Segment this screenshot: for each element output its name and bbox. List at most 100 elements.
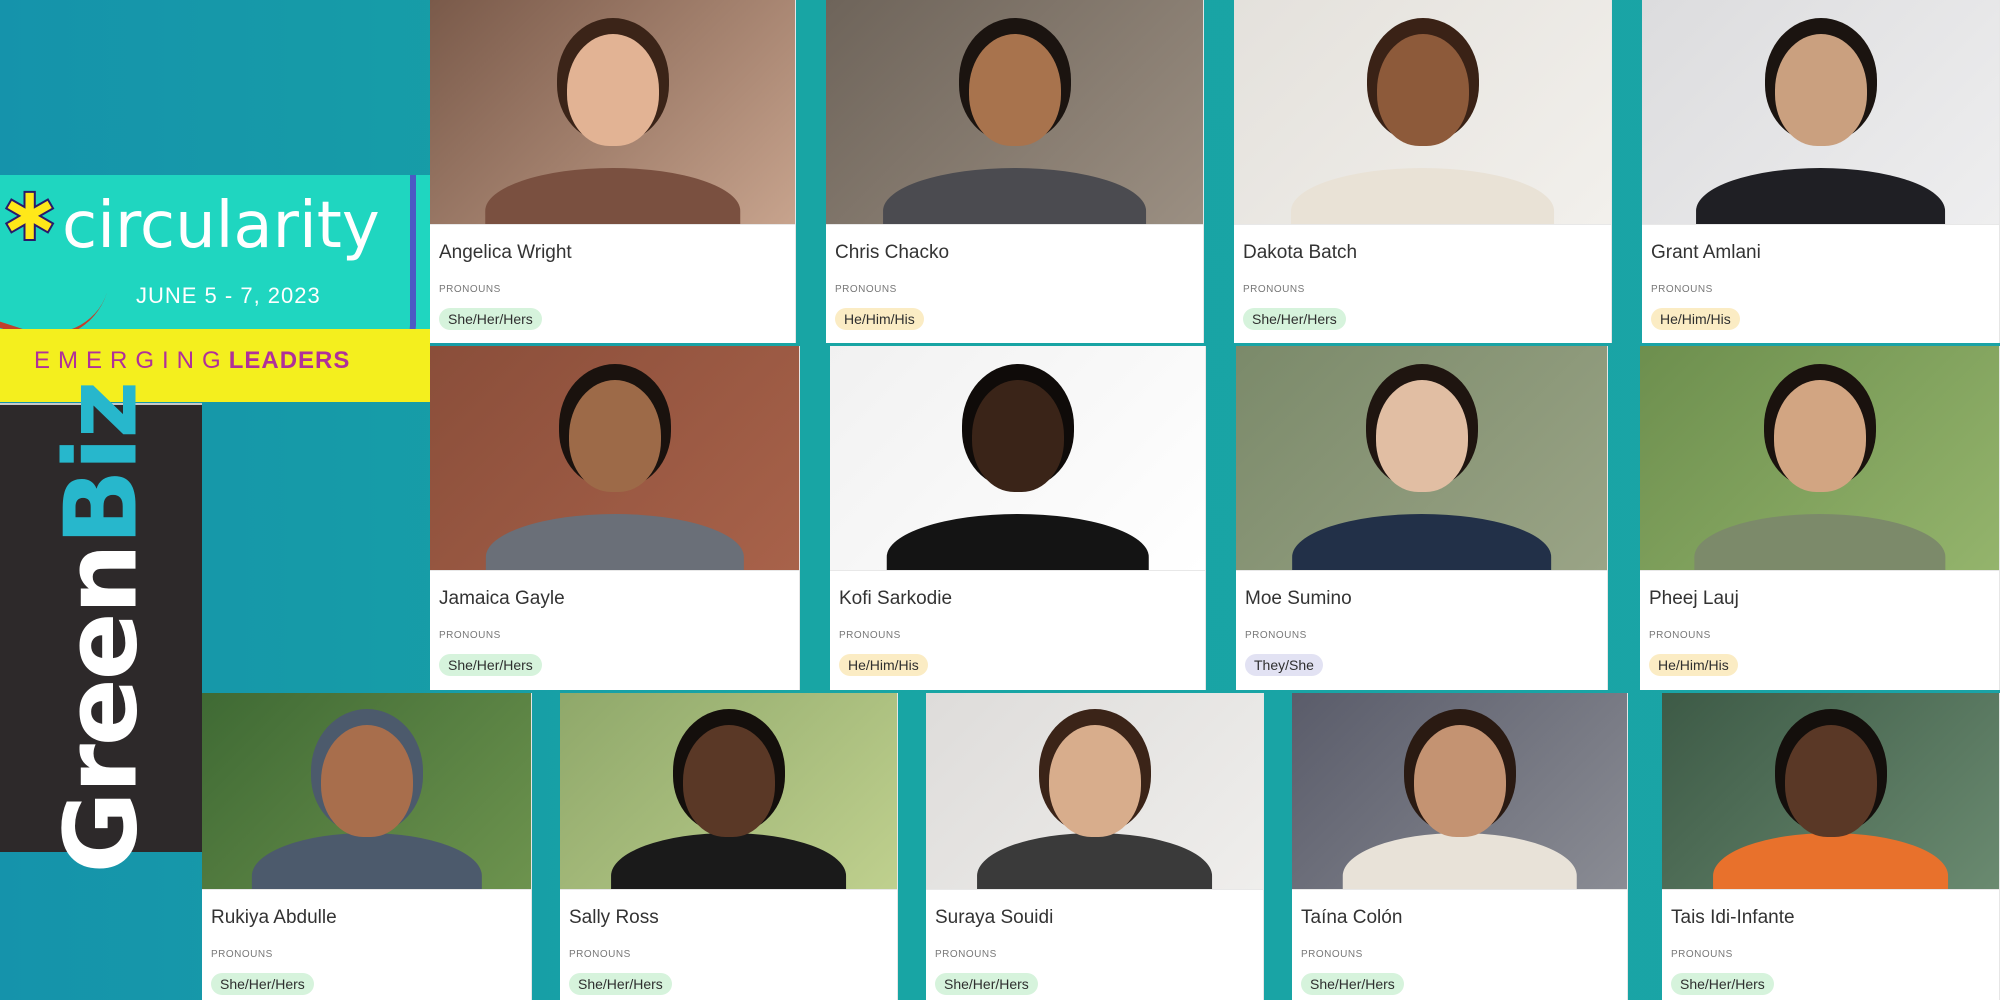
person-shoulders: [976, 833, 1213, 889]
person-shoulders: [1693, 514, 1946, 570]
pronoun-badge: He/Him/His: [839, 654, 928, 676]
pronoun-badge: She/Her/Hers: [211, 973, 314, 995]
profile-photo: [826, 0, 1203, 225]
program-name-left: EMERGING: [34, 347, 229, 374]
person-name: Angelica Wright: [439, 242, 572, 263]
person-face: [968, 33, 1061, 146]
profile-photo: [1292, 693, 1627, 890]
person-name: Tais Idi-Infante: [1671, 907, 1795, 928]
person-face: [1773, 379, 1866, 492]
profile-card-dakota-batch[interactable]: Dakota Batch PRONOUNS She/Her/Hers: [1234, 0, 1612, 343]
logo-part-biz: Biz: [42, 382, 160, 546]
profile-card-suraya-souidi[interactable]: Suraya Souidi PRONOUNS She/Her/Hers: [926, 693, 1264, 1000]
program-name: EMERGINGLEADERS: [34, 347, 350, 375]
person-name: Moe Sumino: [1245, 588, 1352, 609]
greenbiz-logo: GreenBiz: [43, 383, 160, 874]
profile-card-angelica-wright[interactable]: Angelica Wright PRONOUNS She/Her/Hers: [430, 0, 796, 343]
person-face: [1413, 724, 1506, 837]
profile-photo: [560, 693, 897, 890]
pronouns-label: PRONOUNS: [439, 284, 501, 295]
profile-card-kofi-sarkodie[interactable]: Kofi Sarkodie PRONOUNS He/Him/His: [830, 346, 1206, 690]
pronouns-label: PRONOUNS: [1671, 949, 1733, 960]
profile-photo: [830, 346, 1205, 571]
asterisk-icon: ✱: [1, 179, 58, 256]
person-face: [1048, 724, 1141, 837]
profile-photo: [202, 693, 531, 890]
person-name: Dakota Batch: [1243, 242, 1358, 263]
person-name: Taína Colón: [1301, 907, 1403, 928]
profile-photo: [1642, 0, 1999, 225]
person-name: Pheej Lauj: [1649, 588, 1739, 609]
person-face: [568, 379, 661, 492]
profile-card-pheej-lauj[interactable]: Pheej Lauj PRONOUNS He/Him/His: [1640, 346, 2000, 690]
person-name: Suraya Souidi: [935, 907, 1054, 928]
pronoun-badge: She/Her/Hers: [569, 973, 672, 995]
profile-photo: [1662, 693, 1999, 890]
pronoun-badge: She/Her/Hers: [1671, 973, 1774, 995]
profile-card-taina-colon[interactable]: Taína Colón PRONOUNS She/Her/Hers: [1292, 693, 1628, 1000]
pronouns-label: PRONOUNS: [1245, 630, 1307, 641]
pronouns-label: PRONOUNS: [439, 630, 501, 641]
pronoun-badge: She/Her/Hers: [439, 654, 542, 676]
logo-part-green: Green: [42, 545, 160, 874]
pronouns-label: PRONOUNS: [1243, 284, 1305, 295]
pronouns-label: PRONOUNS: [211, 949, 273, 960]
person-face: [1784, 724, 1877, 837]
pronoun-badge: She/Her/Hers: [439, 308, 542, 330]
pronoun-badge: They/She: [1245, 654, 1323, 676]
profile-photo: [1236, 346, 1607, 571]
pronoun-badge: She/Her/Hers: [1301, 973, 1404, 995]
pronouns-label: PRONOUNS: [1651, 284, 1713, 295]
pronoun-badge: He/Him/His: [1649, 654, 1738, 676]
person-name: Grant Amlani: [1651, 242, 1761, 263]
person-shoulders: [1695, 168, 1946, 224]
pronouns-label: PRONOUNS: [835, 284, 897, 295]
circularity-banner: ✱ circularity JUNE 5 - 7, 2023 EMERGINGL…: [0, 175, 430, 402]
person-face: [566, 33, 659, 146]
person-shoulders: [1712, 833, 1949, 889]
person-shoulders: [882, 168, 1147, 224]
pronouns-label: PRONOUNS: [1649, 630, 1711, 641]
greenbiz-logo-panel: GreenBiz: [0, 383, 202, 873]
profile-card-moe-sumino[interactable]: Moe Sumino PRONOUNS They/She: [1236, 346, 1608, 690]
person-shoulders: [1290, 168, 1555, 224]
person-name: Sally Ross: [569, 907, 659, 928]
cable-decoration-right: [396, 175, 416, 345]
profile-card-sally-ross[interactable]: Sally Ross PRONOUNS She/Her/Hers: [560, 693, 898, 1000]
profile-card-grant-amlani[interactable]: Grant Amlani PRONOUNS He/Him/His: [1642, 0, 2000, 343]
pronouns-label: PRONOUNS: [935, 949, 997, 960]
profile-photo: [1234, 0, 1611, 225]
person-shoulders: [610, 833, 847, 889]
person-face: [1376, 33, 1469, 146]
pronouns-label: PRONOUNS: [1301, 949, 1363, 960]
person-name: Jamaica Gayle: [439, 588, 565, 609]
person-face: [320, 724, 413, 837]
person-shoulders: [1342, 833, 1577, 889]
profile-card-tais-idi-infante[interactable]: Tais Idi-Infante PRONOUNS She/Her/Hers: [1662, 693, 2000, 1000]
program-name-right: LEADERS: [228, 347, 351, 374]
profile-card-jamaica-gayle[interactable]: Jamaica Gayle PRONOUNS She/Her/Hers: [430, 346, 800, 690]
pronoun-badge: She/Her/Hers: [935, 973, 1038, 995]
pronoun-badge: She/Her/Hers: [1243, 308, 1346, 330]
pronouns-label: PRONOUNS: [839, 630, 901, 641]
person-name: Rukiya Abdulle: [211, 907, 337, 928]
pronouns-label: PRONOUNS: [569, 949, 631, 960]
person-name: Chris Chacko: [835, 242, 950, 263]
pronoun-badge: He/Him/His: [1651, 308, 1740, 330]
profile-photo: [1640, 346, 1999, 571]
person-shoulders: [251, 833, 482, 889]
person-name: Kofi Sarkodie: [839, 588, 953, 609]
person-shoulders: [886, 514, 1149, 570]
person-shoulders: [485, 514, 744, 570]
profile-photo: [430, 346, 799, 571]
profile-card-rukiya-abdulle[interactable]: Rukiya Abdulle PRONOUNS She/Her/Hers: [202, 693, 532, 1000]
person-face: [682, 724, 775, 837]
person-face: [971, 379, 1064, 492]
pronoun-badge: He/Him/His: [835, 308, 924, 330]
person-face: [1774, 33, 1867, 146]
profile-photo: [926, 693, 1263, 890]
profile-card-chris-chacko[interactable]: Chris Chacko PRONOUNS He/Him/His: [826, 0, 1204, 343]
event-title: circularity: [62, 189, 380, 263]
person-shoulders: [484, 168, 741, 224]
person-shoulders: [1291, 514, 1552, 570]
